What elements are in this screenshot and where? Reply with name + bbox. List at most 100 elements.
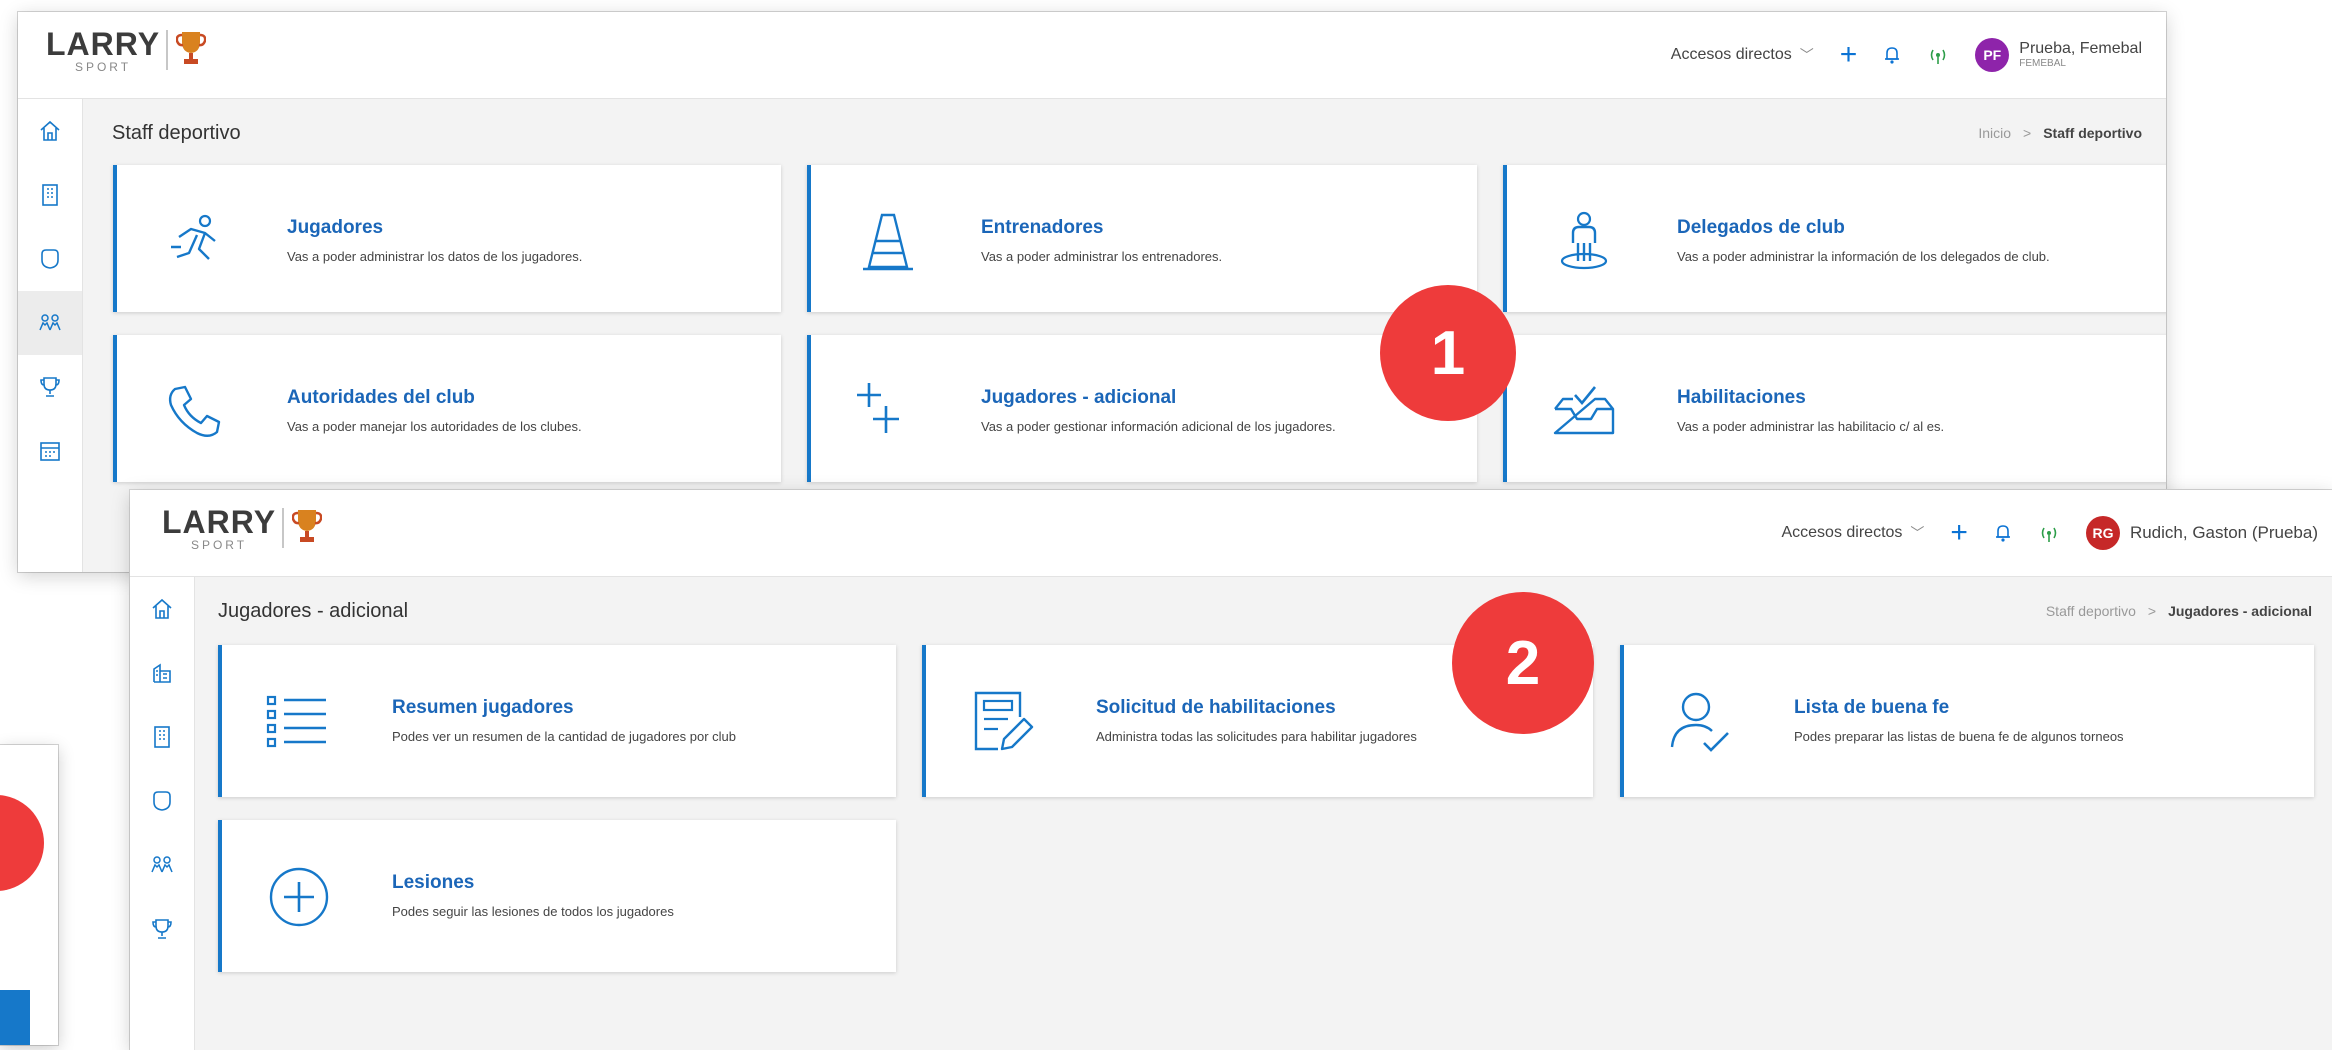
sidebar-item-home[interactable] [130, 577, 194, 641]
trophy-icon [152, 919, 172, 939]
plus-plus-icon [857, 383, 899, 433]
user-name: Rudich, Gaston (Prueba) [2129, 523, 2318, 542]
step-badge-2: 2 [1452, 592, 1594, 734]
card-description: Podes preparar las listas de buena fe de… [1794, 729, 2124, 744]
logo-brand: LARRY [162, 504, 277, 540]
buildings-icon [153, 663, 171, 683]
card-title: Jugadores [287, 217, 384, 238]
shortcuts-label: Accesos directos [1670, 46, 1792, 63]
avatar: PF [1975, 38, 2010, 72]
card-delegados[interactable]: Delegados de club Vas a poder administra… [1503, 165, 2166, 312]
shield-icon [41, 249, 59, 269]
card-entrenadores[interactable]: Entrenadores Vas a poder administrar los… [807, 165, 1477, 312]
sidebar [130, 577, 195, 1050]
cone-icon [863, 213, 913, 271]
sidebar-item-staff[interactable] [18, 291, 82, 355]
breadcrumb: Inicio > Staff deportivo [1978, 125, 2142, 141]
card-description: Vas a poder administrar los datos de los… [287, 249, 583, 264]
home-icon [152, 598, 172, 619]
building-icon [154, 726, 170, 748]
card-jugadores-adicional[interactable]: Jugadores - adicional Vas a poder gestio… [807, 335, 1477, 482]
logo: LARRY SPORT [162, 504, 323, 552]
card-title: Entrenadores [981, 217, 1104, 238]
breadcrumb-current: Jugadores - adicional [2168, 603, 2312, 619]
step-badge-1: 1 [1380, 285, 1516, 421]
sidebar-item-staff[interactable] [130, 833, 194, 897]
breadcrumb-current: Staff deportivo [2043, 125, 2142, 141]
card-title: Lista de buena fe [1794, 697, 1950, 718]
card-description: Administra todas las solicitudes para ha… [1096, 729, 1417, 744]
card-title: Resumen jugadores [392, 697, 574, 718]
antenna-icon[interactable] [1927, 46, 1949, 64]
card-autoridades[interactable]: Autoridades del club Vas a poder manejar… [113, 335, 781, 482]
card-title: Autoridades del club [287, 387, 475, 408]
add-icon[interactable]: + [1950, 518, 1968, 548]
sidebar-item-teams[interactable] [130, 769, 194, 833]
building-icon [42, 184, 58, 206]
logo-sub: SPORT [74, 60, 132, 74]
card-title: Delegados de club [1677, 217, 1845, 238]
sidebar-item-teams[interactable] [18, 227, 82, 291]
card-title: Solicitud de habilitaciones [1096, 697, 1336, 718]
card-lista-buena-fe[interactable]: Lista de buena fe Podes preparar las lis… [1620, 645, 2314, 797]
window-staff-deportivo: LARRY SPORT Accesos directos ﹀ + PF Prue… [18, 12, 2166, 572]
page-title: Jugadores - adicional [218, 599, 409, 622]
logo-brand: LARRY [46, 26, 161, 62]
sidebar-item-federation[interactable] [130, 641, 194, 705]
logo: LARRY SPORT [46, 26, 207, 74]
people-icon [151, 856, 173, 873]
user-name: Prueba, Femebal [2019, 40, 2142, 57]
trophy-icon [40, 377, 60, 397]
card-habilitaciones[interactable]: Habilitaciones Vas a poder administrar l… [1503, 335, 2166, 482]
partial-button[interactable] [0, 990, 30, 1045]
bell-icon[interactable] [1883, 45, 1901, 65]
user-org: FEMEBAL [2019, 58, 2066, 69]
bell-icon[interactable] [1994, 523, 2012, 543]
card-description: Vas a poder gestionar información adicio… [981, 419, 1336, 434]
shortcuts-dropdown[interactable]: Accesos directos ﹀ [1671, 45, 1814, 65]
home-icon [40, 120, 60, 141]
shortcuts-dropdown[interactable]: Accesos directos ﹀ [1781, 523, 1924, 543]
chevron-down-icon: ﹀ [1799, 47, 1814, 63]
inbox-check-icon [1553, 386, 1615, 435]
avatar: RG [2085, 516, 2120, 550]
sidebar-item-calendar[interactable] [18, 419, 82, 483]
user-menu[interactable]: PF Prueba, Femebal FEMEBAL [1975, 38, 2142, 72]
card-resumen-jugadores[interactable]: Resumen jugadores Podes ver un resumen d… [218, 645, 896, 797]
card-description: Podes ver un resumen de la cantidad de j… [392, 729, 736, 744]
card-description: Vas a poder administrar los entrenadores… [981, 249, 1223, 264]
breadcrumb-parent[interactable]: Staff deportivo [2046, 603, 2136, 619]
header: LARRY SPORT Accesos directos ﹀ + [130, 490, 2332, 577]
phone-icon [168, 385, 221, 437]
sidebar-item-clubs[interactable] [130, 705, 194, 769]
form-edit-icon [974, 691, 1034, 751]
plus-circle-icon [269, 867, 329, 927]
logo-sub: SPORT [190, 538, 248, 552]
sidebar [18, 99, 83, 572]
delegate-icon [1560, 211, 1608, 270]
breadcrumb-home[interactable]: Inicio [1978, 125, 2011, 141]
antenna-icon[interactable] [2038, 524, 2060, 542]
window-jugadores-adicional: LARRY SPORT Accesos directos ﹀ + RG Rudi… [130, 490, 2332, 1050]
list-icon [266, 695, 326, 748]
card-description: Vas a poder administrar la información d… [1677, 249, 2050, 264]
sidebar-item-tournaments[interactable] [18, 355, 82, 419]
trophy-logo-icon [292, 510, 323, 542]
card-title: Habilitaciones [1677, 387, 1806, 408]
card-description: Vas a poder administrar las habilitacio … [1677, 419, 1945, 434]
add-icon[interactable]: + [1840, 40, 1858, 70]
breadcrumb: Staff deportivo > Jugadores - adicional [2045, 603, 2312, 619]
card-title: Lesiones [392, 872, 475, 893]
user-menu[interactable]: RG Rudich, Gaston (Prueba) [2085, 516, 2318, 550]
card-jugadores[interactable]: Jugadores Vas a poder administrar los da… [113, 165, 781, 312]
partial-window [0, 745, 58, 1045]
card-lesiones[interactable]: Lesiones Podes seguir las lesiones de to… [218, 820, 896, 972]
page-title: Staff deportivo [112, 121, 241, 144]
sidebar-item-clubs[interactable] [18, 163, 82, 227]
people-icon [39, 314, 61, 331]
user-check-icon [1670, 692, 1729, 752]
sidebar-item-home[interactable] [18, 99, 82, 163]
sidebar-item-tournaments[interactable] [130, 897, 194, 961]
partial-badge [0, 795, 44, 891]
runner-icon [171, 214, 216, 260]
